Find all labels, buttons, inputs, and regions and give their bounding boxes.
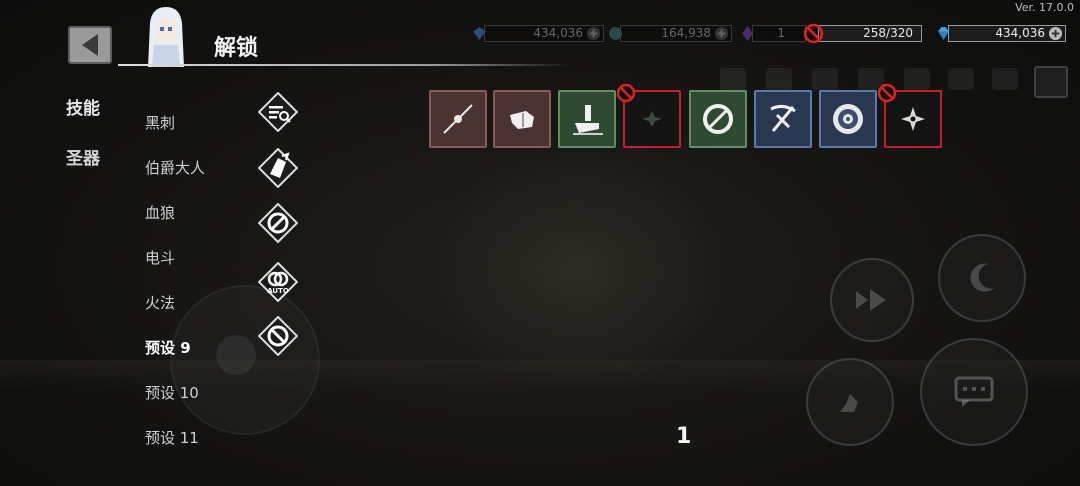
title-divider [118,64,568,66]
version-label: Ver. 17.0.0 [1015,1,1074,14]
preset-item[interactable]: 预设 11 [145,427,199,448]
svg-text:AUTO: AUTO [267,287,289,295]
ban-icon [877,83,897,103]
preset-auto-icon[interactable]: AUTO [258,262,298,302]
notice-icon [992,68,1018,90]
tab-skills[interactable]: 技能 [66,94,100,119]
hand-dash-icon [573,105,603,135]
skill-slot-locked[interactable] [616,83,681,148]
wing-boot-icon [840,394,858,412]
skill-slot[interactable] [429,90,487,148]
blue-gem-icon [473,27,486,40]
page-number: 1 [676,424,692,449]
resource-2-value: 164,938 [661,26,711,40]
gem-bar: 434,036 [938,25,1066,42]
resource-1-value: 434,036 [533,26,583,40]
crescent-icon [970,263,994,292]
preset-item[interactable]: 黑刺 [145,112,175,133]
tab-relics[interactable]: 圣器 [66,144,100,169]
diamond-icon [938,27,949,40]
skill-slot[interactable] [493,90,551,148]
cross-slash-icon [443,104,473,134]
vortex-icon [833,104,863,134]
skill-slot[interactable] [558,90,616,148]
preset-skill-icon[interactable] [258,316,298,356]
purple-crystal-icon [742,26,753,41]
book-icon [812,68,838,90]
skill-slot[interactable] [689,90,747,148]
chat-button[interactable] [920,338,1028,446]
resource-bar-2: 164,938 [609,25,732,42]
plus-icon[interactable] [714,26,729,41]
back-button[interactable] [68,26,112,64]
resource-3-value: 1 [777,26,785,40]
skill-slot[interactable] [819,90,877,148]
stamina-bar: 258/320 [803,23,922,44]
shop-cart-icon [720,68,746,90]
chat-bubble-icon [948,68,974,90]
crossbow-icon [770,104,796,132]
page-title: 解锁 [214,36,259,61]
preset-item-active[interactable]: 预设 9 [145,337,191,358]
ban-icon [616,83,636,103]
fist-icon [510,111,534,129]
skill-slot[interactable] [754,90,812,148]
resource-bar-1: 434,036 [473,25,604,42]
event-icon [766,68,792,90]
skill-slot-locked[interactable] [877,83,942,148]
preset-skill-icon[interactable] [258,203,298,243]
double-arrow-icon [856,289,886,311]
resource-bar-3: 1 [742,25,806,42]
plus-icon[interactable] [1048,26,1063,41]
settings-icon [904,68,930,90]
plus-icon[interactable] [586,26,601,41]
jump-button[interactable] [806,358,894,446]
dark-spark-icon [642,111,662,127]
preset-item[interactable]: 血狼 [145,202,175,223]
joystick-knob[interactable] [216,335,256,375]
preset-skill-icon[interactable] [258,92,298,132]
preset-item[interactable]: 预设 10 [145,382,199,403]
preset-item[interactable]: 伯爵大人 [145,157,205,178]
stamina-value: 258/320 [863,26,913,40]
ban-icon [803,23,824,44]
preset-skill-icon[interactable] [258,148,298,188]
gem-value: 434,036 [995,26,1045,40]
teal-coin-icon [609,27,622,40]
skill-button[interactable] [938,234,1026,322]
menu-icon [1034,66,1068,98]
dash-button[interactable] [830,258,914,342]
avatar [148,7,184,67]
speech-bubble-icon [954,376,994,407]
preset-item[interactable]: 电斗 [145,247,175,268]
ring-blade-icon [703,104,733,134]
shuriken-icon [901,107,925,131]
back-arrow-icon [82,34,98,56]
preset-item[interactable]: 火法 [145,292,175,313]
